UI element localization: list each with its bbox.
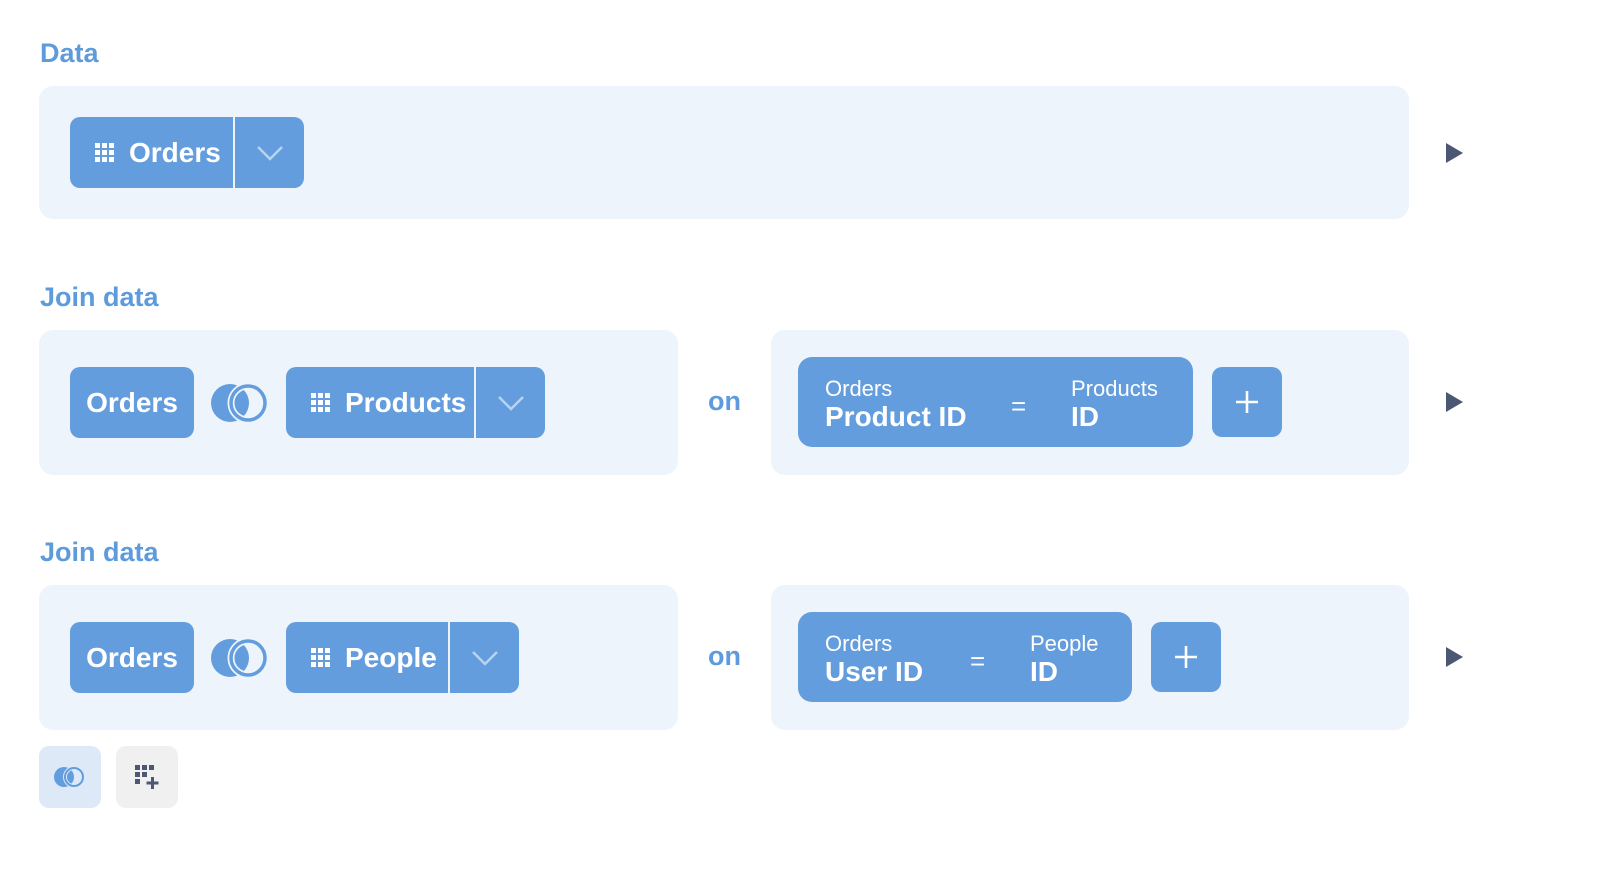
preview-run-button[interactable]: [1446, 647, 1463, 667]
data-panel: Orders: [39, 86, 1409, 219]
source-table-name: Orders: [129, 136, 221, 168]
data-section-label: Data: [40, 38, 99, 68]
join-right-table-picker[interactable]: Products: [286, 367, 545, 438]
table-grid-icon: [95, 142, 114, 162]
condition-right-field: ID: [1030, 656, 1058, 687]
join-section-label: Join data: [40, 282, 159, 312]
join-condition[interactable]: Orders Product ID = Products ID: [798, 357, 1193, 447]
source-table-picker[interactable]: Orders: [70, 117, 304, 188]
condition-left-field: User ID: [825, 656, 924, 687]
join-condition[interactable]: Orders User ID = People ID: [798, 612, 1132, 702]
join-right-table-name: People: [345, 641, 437, 673]
add-column-icon: [135, 765, 159, 789]
join-right-table-button[interactable]: People: [286, 642, 448, 674]
join-right-table-dropdown[interactable]: [450, 622, 519, 693]
join-right-table-name: Products: [345, 386, 467, 418]
chevron-down-icon: [471, 650, 498, 666]
condition-left-field: Product ID: [825, 401, 967, 432]
chevron-down-icon: [256, 145, 283, 161]
join-left-table-name: Orders: [86, 641, 178, 673]
join-left-table[interactable]: Orders: [70, 367, 194, 438]
on-label: on: [708, 386, 741, 416]
preview-run-button[interactable]: [1446, 143, 1463, 163]
join-right-table-dropdown[interactable]: [476, 367, 545, 438]
plus-icon: [1236, 391, 1258, 413]
condition-operator: =: [1011, 391, 1027, 421]
table-grid-icon: [311, 392, 330, 412]
on-label: on: [708, 641, 741, 671]
join-tables-panel: Orders People: [39, 585, 678, 730]
table-grid-icon: [311, 647, 330, 667]
join-type-icon[interactable]: [210, 382, 270, 424]
condition-right-field: ID: [1071, 401, 1099, 432]
condition-right-table: People: [1030, 631, 1099, 656]
condition-left-table: Orders: [825, 631, 893, 656]
join-left-table[interactable]: Orders: [70, 622, 194, 693]
join-icon: [54, 766, 85, 788]
join-type-icon[interactable]: [210, 637, 270, 679]
join-right-table-picker[interactable]: People: [286, 622, 519, 693]
source-table-dropdown[interactable]: [235, 117, 304, 188]
join-tables-panel: Orders Products: [39, 330, 678, 475]
join-condition-panel: Orders User ID = People ID: [771, 585, 1409, 730]
source-table-button[interactable]: Orders: [70, 137, 233, 169]
chevron-down-icon: [497, 395, 524, 411]
condition-operator: =: [970, 646, 986, 676]
condition-left-table: Orders: [825, 376, 893, 401]
join-condition-panel: Orders Product ID = Products ID: [771, 330, 1409, 475]
join-section-label: Join data: [40, 537, 159, 567]
plus-icon: [1175, 646, 1197, 668]
condition-right-table: Products: [1071, 376, 1158, 401]
add-join-button[interactable]: [39, 746, 101, 808]
add-condition-button[interactable]: [1212, 367, 1282, 437]
join-left-table-name: Orders: [86, 386, 178, 418]
join-right-table-button[interactable]: Products: [286, 387, 474, 419]
preview-run-button[interactable]: [1446, 392, 1463, 412]
add-custom-column-button[interactable]: [116, 746, 178, 808]
add-condition-button[interactable]: [1151, 622, 1221, 692]
